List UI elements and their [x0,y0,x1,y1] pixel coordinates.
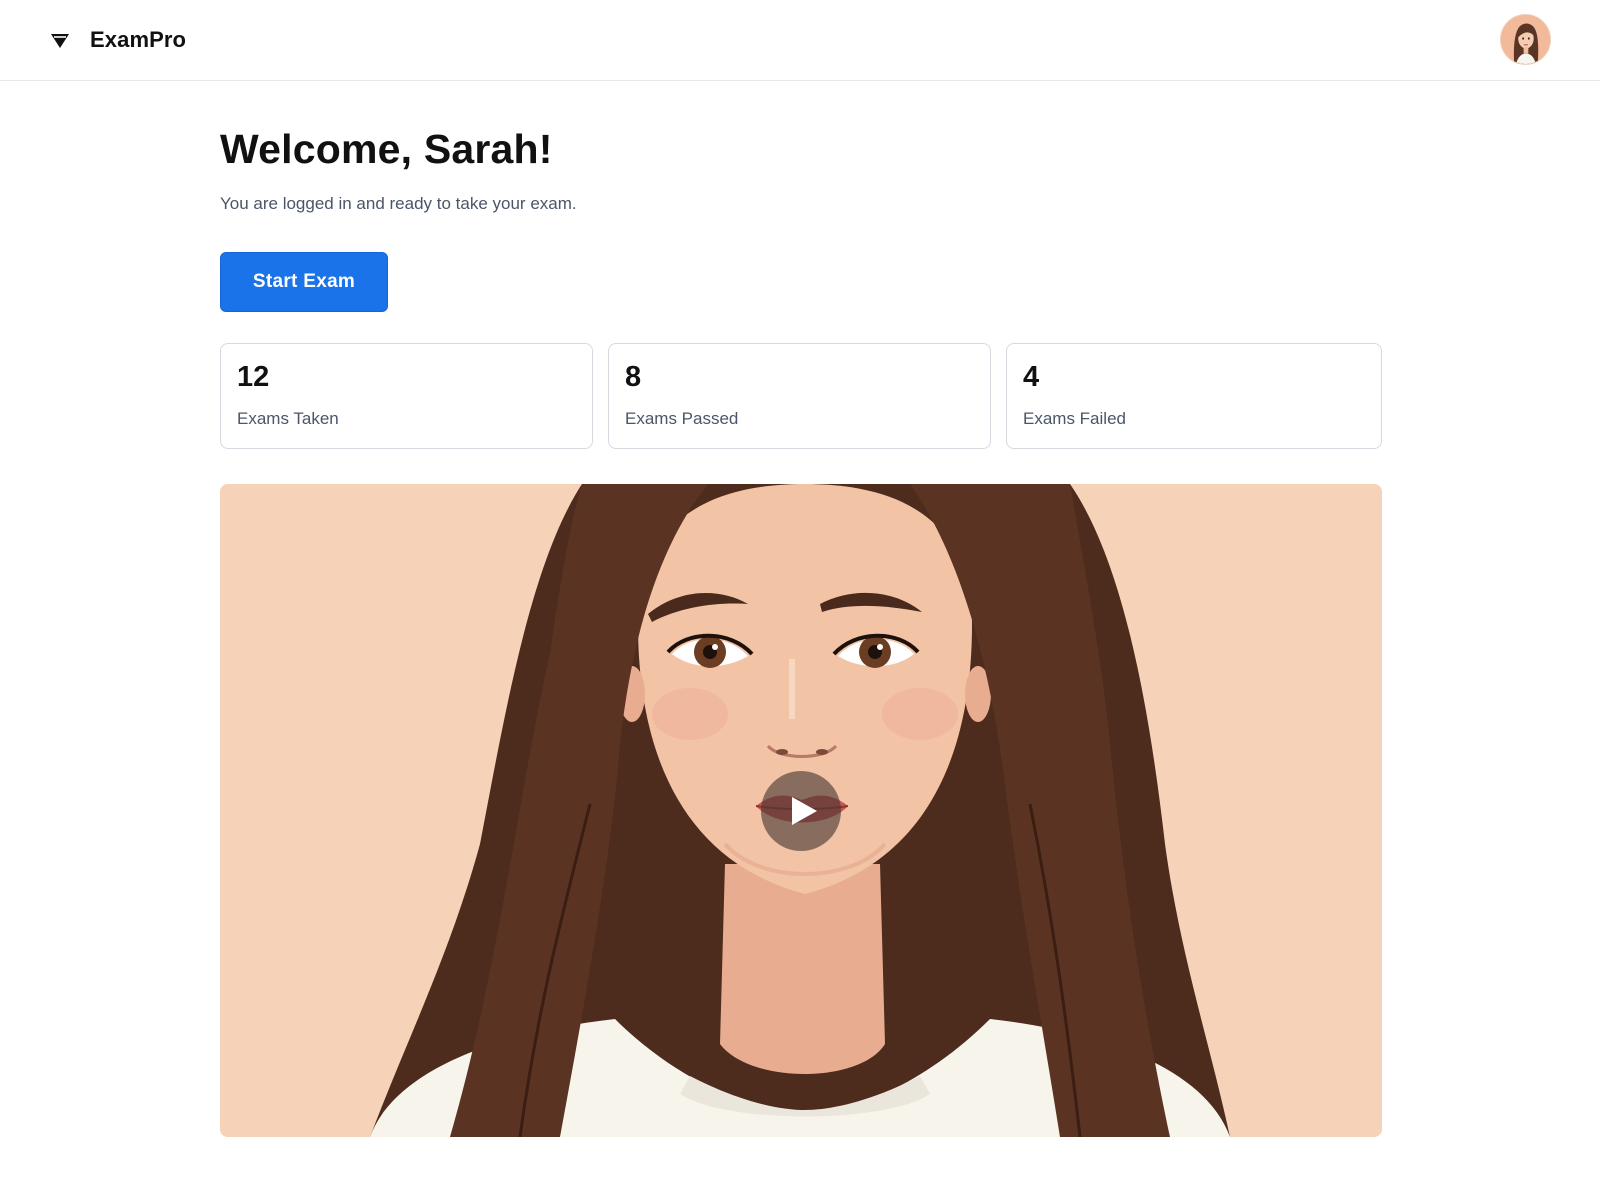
brand-name: ExamPro [90,27,187,52]
avatar-portrait-image [1501,15,1550,64]
stat-label: Exams Failed [1023,409,1126,428]
brand[interactable]: ExamPro [50,24,186,56]
stat-value: 12 [237,361,270,393]
top-navigation-bar: ExamPro [0,0,1600,81]
stat-card-exams-failed: 4 Exams Failed [1006,343,1382,449]
stat-value: 4 [1023,361,1040,393]
start-exam-button[interactable]: Start Exam [220,252,388,312]
diamond-logo-icon [51,34,69,48]
video-player[interactable] [220,484,1382,1137]
stats-row: 12 Exams Taken 8 Exams Passed 4 Exams Fa… [220,343,1382,449]
stat-card-exams-taken: 12 Exams Taken [220,343,593,449]
welcome-title: Welcome, Sarah! [220,126,553,172]
play-button[interactable] [761,771,841,851]
play-icon [792,797,817,825]
stat-value: 8 [625,361,642,393]
stat-card-exams-passed: 8 Exams Passed [608,343,991,449]
user-avatar[interactable] [1500,14,1551,65]
stat-label: Exams Taken [237,409,339,428]
welcome-subtitle: You are logged in and ready to take your… [220,194,577,213]
stat-label: Exams Passed [625,409,739,428]
